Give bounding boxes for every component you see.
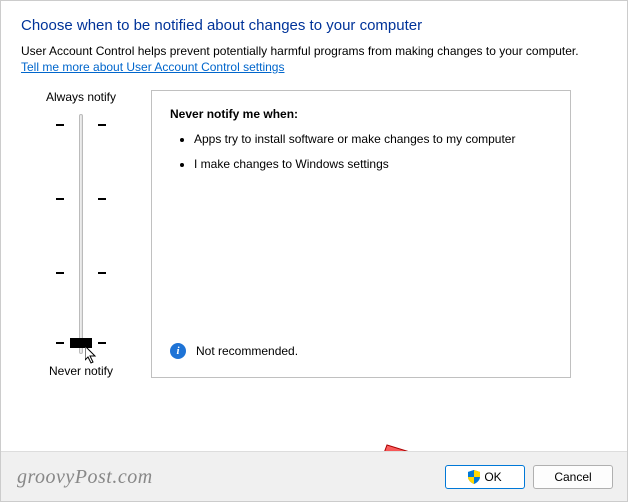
slider-track bbox=[79, 114, 83, 354]
slider-tick bbox=[56, 272, 106, 274]
info-panel: Never notify me when: Apps try to instal… bbox=[151, 90, 571, 378]
ok-button[interactable]: OK bbox=[445, 465, 525, 489]
notification-slider[interactable]: Always notify Never notify bbox=[41, 90, 121, 378]
shield-icon bbox=[468, 470, 480, 484]
info-heading: Never notify me when: bbox=[170, 107, 552, 121]
info-icon: i bbox=[170, 343, 186, 359]
cancel-button-label: Cancel bbox=[554, 470, 591, 484]
slider-tick bbox=[56, 124, 106, 126]
slider-thumb[interactable] bbox=[70, 338, 92, 348]
learn-more-link[interactable]: Tell me more about User Account Control … bbox=[21, 60, 284, 74]
cursor-icon bbox=[85, 346, 101, 366]
info-bullet: Apps try to install software or make cha… bbox=[194, 131, 552, 148]
ok-button-label: OK bbox=[484, 470, 501, 484]
slider-label-bottom: Never notify bbox=[49, 364, 113, 378]
cancel-button[interactable]: Cancel bbox=[533, 465, 613, 489]
slider-label-top: Always notify bbox=[46, 90, 116, 104]
page-title: Choose when to be notified about changes… bbox=[21, 17, 607, 34]
info-bullet: I make changes to Windows settings bbox=[194, 156, 552, 173]
slider-tick bbox=[56, 198, 106, 200]
dialog-button-bar: OK Cancel bbox=[1, 451, 627, 501]
page-description: User Account Control helps prevent poten… bbox=[21, 44, 607, 58]
recommendation-text: Not recommended. bbox=[196, 344, 298, 358]
